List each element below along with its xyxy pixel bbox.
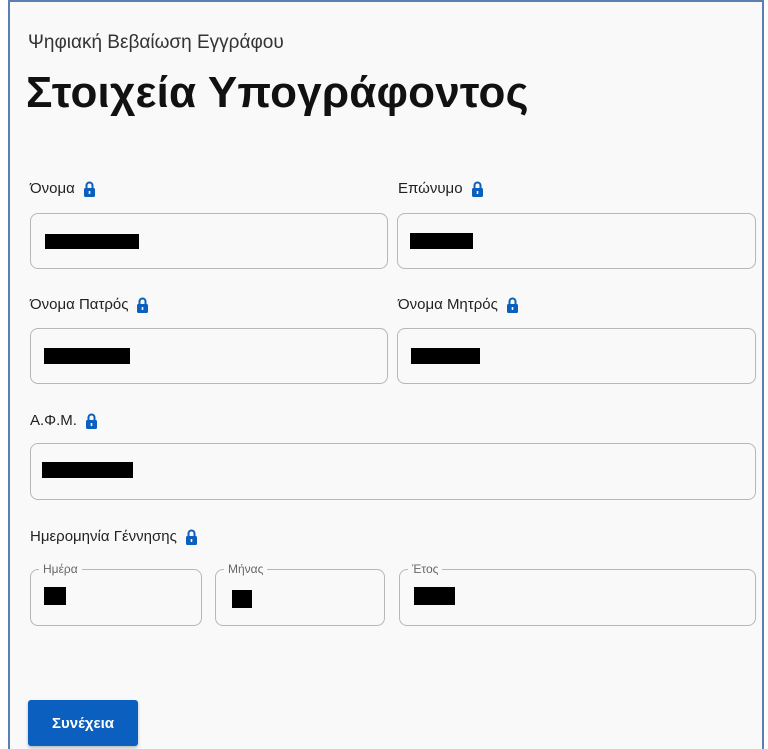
birth-year-legend: Έτος <box>408 562 443 576</box>
last-name-label-text: Επώνυμο <box>398 180 463 197</box>
continue-button[interactable]: Συνέχεια <box>28 700 138 746</box>
lock-icon <box>83 181 95 197</box>
form-card: Ψηφιακή Βεβαίωση Εγγράφου Στοιχεία Υπογρ… <box>8 0 764 749</box>
redacted-value <box>44 348 130 364</box>
afm-field[interactable] <box>30 443 756 500</box>
first-name-label-text: Όνομα <box>30 180 75 197</box>
birth-month-legend: Μήνας <box>224 562 268 576</box>
afm-label-text: Α.Φ.Μ. <box>30 412 77 429</box>
lock-icon <box>137 297 149 313</box>
first-name-label: Όνομα <box>30 180 96 197</box>
father-name-label: Όνομα Πατρός <box>30 296 149 313</box>
birth-year-field[interactable]: Έτος <box>399 562 756 626</box>
birth-day-legend: Ημέρα <box>39 562 82 576</box>
afm-label: Α.Φ.Μ. <box>30 412 98 429</box>
birth-date-label-text: Ημερομηνία Γέννησης <box>30 528 177 545</box>
birth-month-field[interactable]: Μήνας <box>215 562 385 626</box>
father-name-label-text: Όνομα Πατρός <box>30 296 129 313</box>
lock-icon <box>506 297 518 313</box>
birth-date-label: Ημερομηνία Γέννησης <box>30 528 198 545</box>
lock-icon <box>85 413 97 429</box>
redacted-value <box>42 462 133 478</box>
mother-name-label-text: Όνομα Μητρός <box>398 296 498 313</box>
lock-icon <box>471 181 483 197</box>
redacted-value <box>411 348 480 364</box>
redacted-value <box>414 587 455 605</box>
redacted-value <box>44 587 66 605</box>
mother-name-label: Όνομα Μητρός <box>398 296 519 313</box>
last-name-field[interactable] <box>397 213 756 269</box>
mother-name-field[interactable] <box>397 328 756 384</box>
redacted-value <box>232 590 252 608</box>
last-name-label: Επώνυμο <box>398 180 484 197</box>
first-name-field[interactable] <box>30 213 388 269</box>
page-title: Στοιχεία Υπογράφοντος <box>26 68 529 117</box>
birth-day-field[interactable]: Ημέρα <box>30 562 202 626</box>
father-name-field[interactable] <box>30 328 388 384</box>
page-subtitle: Ψηφιακή Βεβαίωση Εγγράφου <box>28 32 284 53</box>
redacted-value <box>45 234 139 249</box>
redacted-value <box>410 233 473 249</box>
lock-icon <box>185 529 197 545</box>
